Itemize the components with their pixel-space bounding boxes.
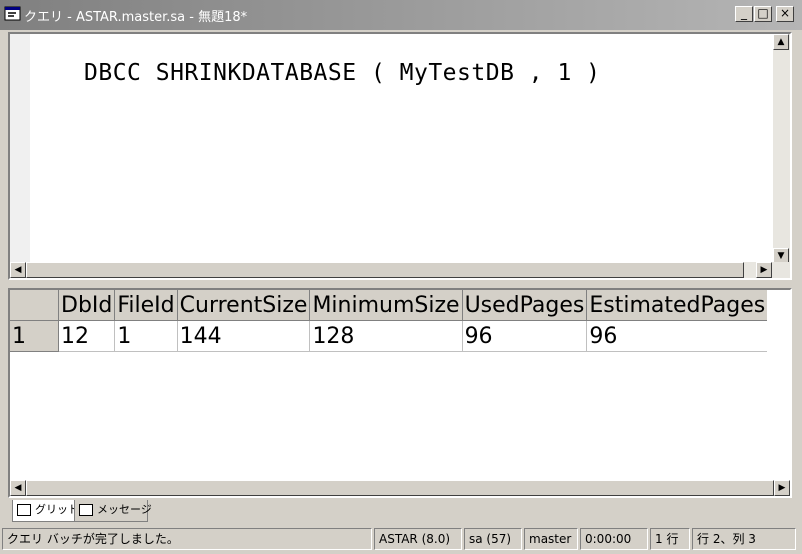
- column-header[interactable]: MinimumSize: [309, 290, 463, 321]
- results-header-row: DbId FileId CurrentSize MinimumSize Used…: [10, 290, 768, 321]
- status-message: クエリ バッチが完了しました。: [2, 528, 372, 550]
- status-user: sa (57): [464, 528, 522, 550]
- row-header-corner[interactable]: [10, 290, 59, 321]
- scroll-up-arrow-icon[interactable]: ▲: [773, 34, 789, 50]
- editor-gutter: [10, 34, 30, 266]
- tab-grid[interactable]: グリッド: [12, 500, 79, 522]
- status-rows: 1 行: [650, 528, 690, 550]
- query-text[interactable]: DBCC SHRINKDATABASE ( MyTestDB , 1 ): [84, 60, 601, 86]
- status-position: 行 2、列 3: [692, 528, 796, 550]
- scroll-left-arrow-icon[interactable]: ◀: [10, 480, 26, 496]
- column-header[interactable]: UsedPages: [462, 290, 588, 321]
- status-elapsed: 0:00:00: [580, 528, 648, 550]
- tab-messages-label: メッセージ: [97, 503, 152, 516]
- table-cell[interactable]: 144: [177, 320, 311, 352]
- row-number[interactable]: 1: [10, 320, 59, 352]
- tab-grid-label: グリッド: [35, 503, 79, 516]
- table-cell[interactable]: 96: [462, 320, 588, 352]
- table-cell[interactable]: 128: [309, 320, 463, 352]
- tab-messages[interactable]: メッセージ: [74, 500, 152, 522]
- table-row[interactable]: 1 12 1 144 128 96 96: [10, 320, 768, 352]
- column-header[interactable]: FileId: [114, 290, 178, 321]
- results-grid: DbId FileId CurrentSize MinimumSize Used…: [8, 288, 792, 498]
- column-header[interactable]: EstimatedPages: [586, 290, 768, 321]
- scroll-left-arrow-icon[interactable]: ◀: [10, 262, 26, 278]
- editor-horizontal-scrollbar[interactable]: ◀ ▶: [10, 262, 790, 278]
- query-app-icon: [4, 6, 21, 21]
- maximize-button[interactable]: □: [754, 6, 772, 22]
- column-header[interactable]: DbId: [58, 290, 116, 321]
- query-window: クエリ - ASTAR.master.sa - 無題18* _ □ × DBCC…: [0, 0, 802, 554]
- scroll-right-arrow-icon[interactable]: ▶: [774, 480, 790, 496]
- editor-hscroll-thumb[interactable]: [26, 262, 744, 278]
- messages-icon: [79, 504, 93, 516]
- results-hscroll-thumb[interactable]: [26, 480, 774, 496]
- window-title: クエリ - ASTAR.master.sa - 無題18*: [24, 10, 248, 25]
- status-database: master: [524, 528, 578, 550]
- grid-icon: [17, 504, 31, 516]
- close-button[interactable]: ×: [776, 6, 794, 22]
- minimize-button[interactable]: _: [735, 6, 753, 22]
- column-header[interactable]: CurrentSize: [177, 290, 311, 321]
- scroll-right-arrow-icon[interactable]: ▶: [756, 262, 772, 278]
- table-cell[interactable]: 96: [586, 320, 768, 352]
- table-cell[interactable]: 12: [58, 320, 116, 352]
- results-table: DbId FileId CurrentSize MinimumSize Used…: [10, 290, 768, 352]
- results-horizontal-scrollbar[interactable]: ◀ ▶: [10, 480, 790, 496]
- title-bar[interactable]: クエリ - ASTAR.master.sa - 無題18* _ □ ×: [0, 0, 802, 30]
- editor-vertical-scrollbar[interactable]: ▲ ▼: [773, 34, 790, 264]
- status-bar: クエリ バッチが完了しました。 ASTAR (8.0) sa (57) mast…: [0, 526, 802, 552]
- table-cell[interactable]: 1: [114, 320, 178, 352]
- status-server: ASTAR (8.0): [374, 528, 462, 550]
- query-editor[interactable]: DBCC SHRINKDATABASE ( MyTestDB , 1 ) ▲ ▼…: [8, 32, 792, 280]
